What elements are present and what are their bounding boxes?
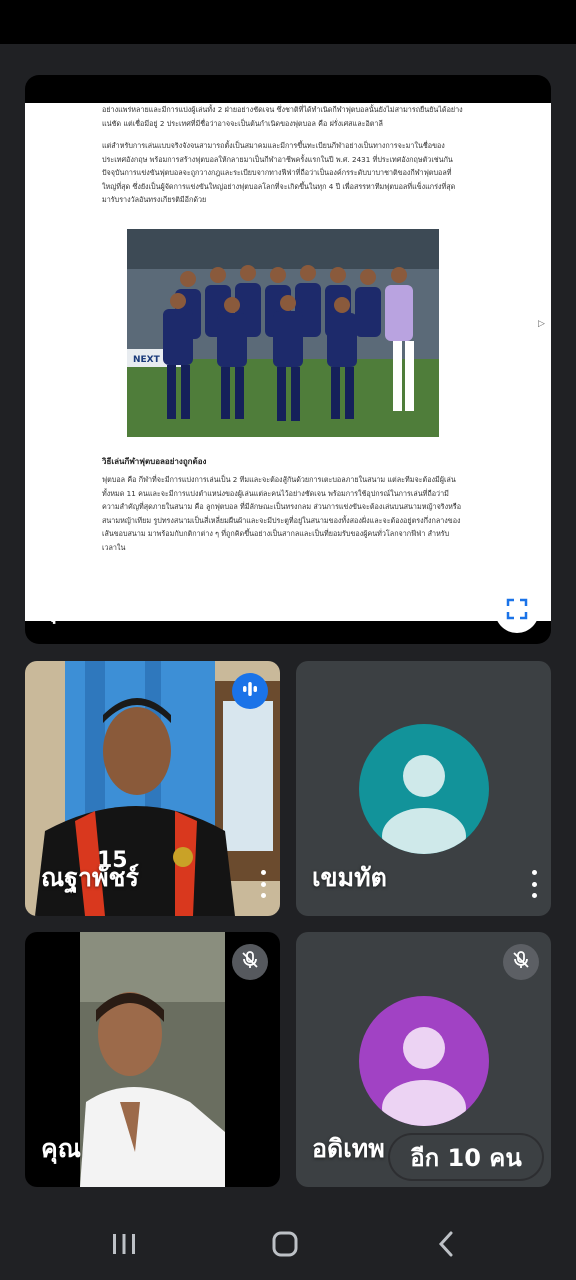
cursor-icon: ▷ — [538, 319, 545, 329]
speaking-indicator — [232, 673, 268, 709]
home-icon — [271, 1230, 299, 1262]
more-options-button[interactable] — [256, 870, 270, 898]
more-options-button[interactable] — [527, 870, 541, 898]
participant-name: เขมทัต — [312, 863, 387, 892]
mic-muted-badge — [232, 944, 268, 980]
avatar — [359, 724, 489, 854]
participant-tile[interactable]: 15 ณฐาพัชร์ — [25, 661, 280, 916]
document-heading: วิธีเล่นกีฬาฟุตบอลอย่างถูกต้อง — [102, 457, 207, 466]
status-bar — [0, 0, 576, 44]
home-button[interactable] — [261, 1230, 309, 1262]
recent-apps-icon — [111, 1232, 137, 1260]
fullscreen-button[interactable] — [495, 589, 539, 633]
others-count-button[interactable]: อีก 10 คน — [390, 1135, 542, 1179]
document-paragraph-1: อย่างแพร่หลายและมีการแบ่งผู้เล่นทั้ง 2 ฝ… — [102, 105, 463, 128]
shared-document: อย่างแพร่หลายและมีการแบ่งผู้เล่นทั้ง 2 ฝ… — [25, 103, 551, 621]
back-button[interactable] — [423, 1230, 471, 1262]
recent-apps-button[interactable] — [100, 1230, 148, 1262]
mic-off-icon — [240, 950, 260, 974]
participant-name: อดิเทพ — [312, 1134, 385, 1163]
participant-name: คุณ — [41, 1134, 81, 1163]
fullscreen-icon — [506, 598, 528, 624]
document-paragraph-2: แต่สำหรับการเล่นแบบจริงจังจนสามารถตั้งเป… — [102, 141, 456, 204]
audio-wave-icon — [241, 680, 259, 702]
avatar — [359, 996, 489, 1126]
navigation-bar — [0, 1212, 576, 1280]
presentation-tile[interactable]: อย่างแพร่หลายและมีการแบ่งผู้เล่นทั้ง 2 ฝ… — [25, 75, 551, 644]
document-paragraph-3: ฟุตบอล คือ กีฬาที่จะมีการแบ่งการเล่นเป็น… — [102, 475, 462, 552]
presenter-label: ศุภชัย กำลังนำเสนอ — [41, 594, 258, 623]
svg-text:NEXT: NEXT — [133, 355, 161, 365]
participant-tile[interactable]: เขมทัต — [296, 661, 551, 916]
participant-name: ณฐาพัชร์ — [41, 863, 139, 892]
participant-tile[interactable]: คุณ — [25, 932, 280, 1187]
participant-video — [80, 932, 225, 1187]
team-photo: NEXT — [127, 229, 439, 437]
mic-muted-badge — [503, 944, 539, 980]
mic-off-icon — [511, 950, 531, 974]
back-icon — [437, 1230, 457, 1262]
